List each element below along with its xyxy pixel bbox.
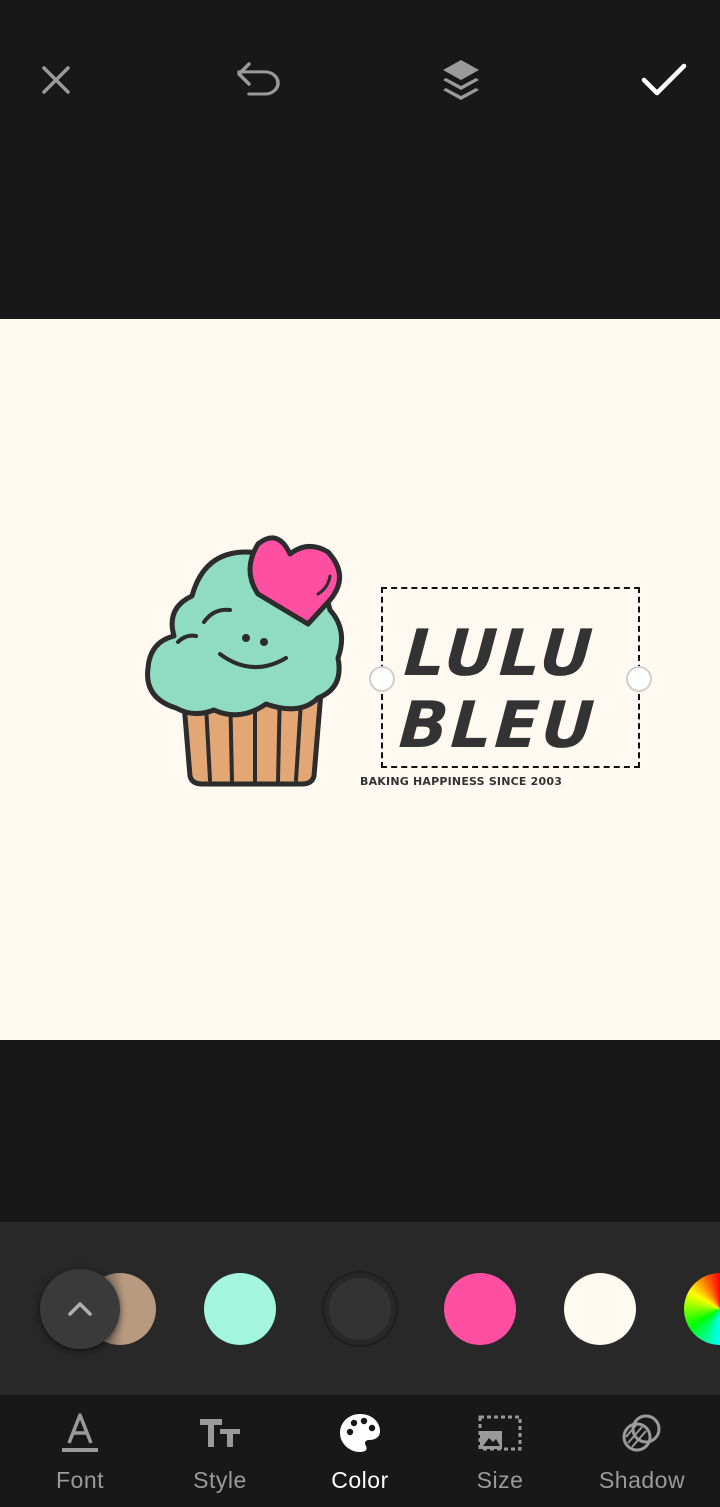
color-palette: [0, 1222, 720, 1395]
tab-font[interactable]: Font: [10, 1395, 150, 1507]
color-picker-swatch[interactable]: [684, 1273, 720, 1345]
chevron-up-icon: [68, 1302, 92, 1316]
swatch-mint[interactable]: [204, 1273, 276, 1345]
swatch-charcoal-selected[interactable]: [324, 1273, 396, 1345]
text-style-icon: [198, 1411, 242, 1455]
shadow-icon: [620, 1411, 664, 1455]
layers-button[interactable]: [425, 44, 497, 116]
bottom-tab-bar: Font Style Color Size Shadow: [0, 1395, 720, 1507]
swatch-cream[interactable]: [564, 1273, 636, 1345]
resize-handle-left[interactable]: [369, 666, 395, 692]
tab-color-label: Color: [331, 1467, 389, 1493]
text-selection-box[interactable]: [381, 587, 640, 768]
cupcake-illustration[interactable]: [140, 530, 362, 792]
undo-icon: [237, 62, 280, 96]
palette-icon: [338, 1411, 382, 1455]
top-toolbar: [0, 0, 720, 160]
layers-icon: [443, 60, 479, 100]
tab-font-label: Font: [55, 1467, 105, 1493]
close-icon: [42, 66, 70, 94]
swatch-pink[interactable]: [444, 1273, 516, 1345]
tab-shadow-label: Shadow: [598, 1467, 686, 1493]
confirm-button[interactable]: [628, 44, 700, 116]
logo-tagline[interactable]: BAKING HAPPINESS SINCE 2003: [360, 775, 562, 788]
tab-color[interactable]: Color: [290, 1395, 430, 1507]
resize-icon: [478, 1411, 522, 1455]
tab-size[interactable]: Size: [430, 1395, 570, 1507]
expand-palette-button[interactable]: [40, 1269, 120, 1349]
tab-style[interactable]: Style: [150, 1395, 290, 1507]
check-icon: [641, 63, 687, 96]
close-button[interactable]: [20, 44, 92, 116]
resize-handle-right[interactable]: [626, 666, 652, 692]
undo-button[interactable]: [223, 44, 295, 116]
tab-shadow[interactable]: Shadow: [572, 1395, 712, 1507]
tab-style-label: Style: [193, 1467, 247, 1493]
tab-size-label: Size: [476, 1467, 524, 1493]
font-icon: [58, 1411, 102, 1455]
